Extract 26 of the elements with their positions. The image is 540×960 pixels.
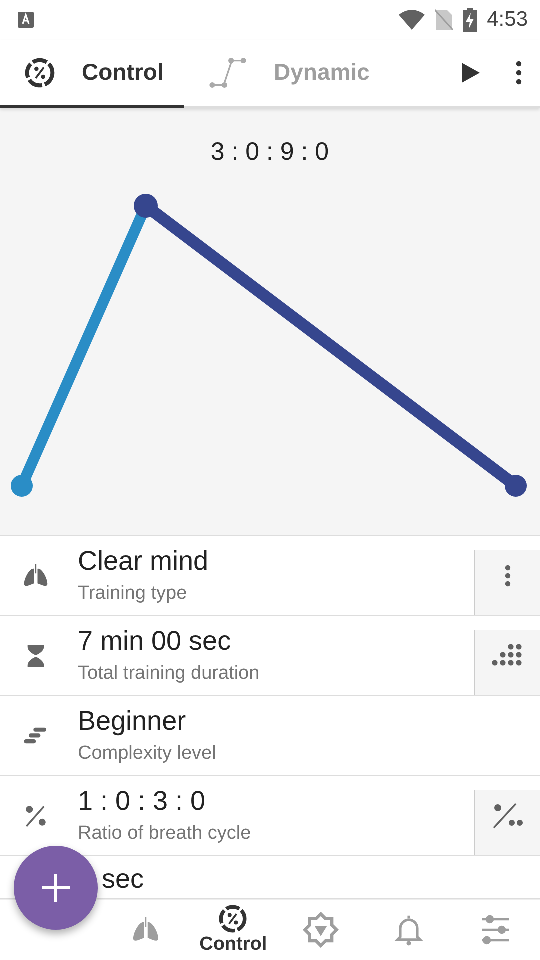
no-sim-icon (435, 9, 454, 31)
setting-label: Complexity level (78, 743, 218, 765)
setting-label: Total training duration (78, 663, 261, 685)
setting-value[interactable]: Clear mind (78, 546, 209, 577)
diamond-triangle-icon (302, 911, 340, 949)
percent-icon (492, 802, 524, 830)
setting-label: Ratio of breath cycle (78, 823, 252, 845)
setting-value[interactable]: Beginner (78, 706, 186, 737)
keyboard-notification-icon (18, 12, 34, 28)
play-icon (462, 63, 480, 83)
percent-dial-icon (218, 904, 248, 934)
nav-item[interactable]: Control (190, 900, 278, 960)
setting-action-button[interactable] (474, 790, 540, 855)
breath-ratio-label: 3 : 0 : 9 : 0 (210, 138, 330, 167)
more-icon (504, 564, 510, 588)
setting-value[interactable]: 7 min 00 sec (78, 626, 232, 657)
setting-value[interactable]: 1 : 0 : 3 : 0 (78, 786, 206, 817)
setting-value[interactable]: sec (102, 864, 144, 895)
clock-time: 4:53 (487, 8, 528, 32)
setting-action-button[interactable] (474, 630, 540, 695)
setting-label: Training type (78, 583, 188, 605)
wifi-icon (399, 10, 426, 30)
plus-icon (41, 873, 71, 903)
battery-charging-icon (463, 8, 478, 32)
more-icon (516, 61, 522, 85)
percent-dial-icon (24, 56, 56, 88)
